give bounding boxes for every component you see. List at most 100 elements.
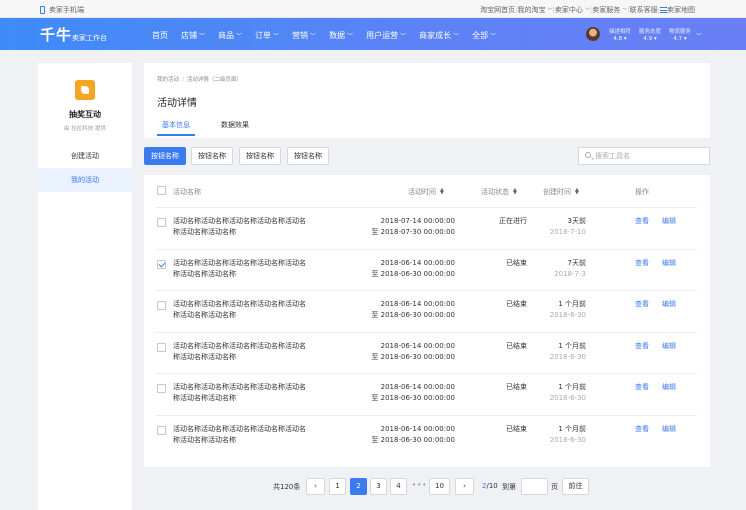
column-header-created[interactable]: 创建时间 ▲ ▼ — [543, 187, 579, 197]
edit-link[interactable]: 编辑 — [662, 341, 676, 351]
chevron-down-icon: ﹀ — [453, 33, 460, 40]
mobile-link[interactable]: 卖家手机端 — [40, 5, 84, 15]
chevron-down-icon: ﹀ — [490, 33, 497, 40]
breadcrumb: 我的活动 / 活动详情（二级页面） — [157, 75, 242, 83]
edit-link[interactable]: 编辑 — [662, 299, 676, 309]
page-10[interactable]: 10 — [429, 478, 450, 495]
view-link[interactable]: 查看 — [635, 382, 649, 392]
top-links: 淘宝网首页 | 我的淘宝 ﹀ | 卖家中心 ﹀ | 卖家服务 ﹀ | 联系客服 | 卖家地图 — [480, 5, 695, 15]
view-link[interactable]: 查看 — [635, 216, 649, 226]
created-date: 2018-6-30 — [549, 311, 586, 319]
activity-name: 活动名称活动名称活动名称活动名称活动名 称活动名称活动名称 — [173, 382, 306, 404]
action-button-4[interactable]: 按钮名称 — [287, 147, 329, 165]
page-1[interactable]: 1 — [329, 478, 346, 495]
page-header: 我的活动 / 活动详情（二级页面） 活动详情 基本信息 数据效果 — [144, 63, 710, 138]
activity-name-line: 活动名称活动名称活动名称活动名称活动名 — [173, 217, 306, 225]
nav-item-orders[interactable]: 订单 ﹀ — [255, 30, 279, 41]
app-icon — [75, 80, 95, 100]
tab-data-effect[interactable]: 数据效果 — [221, 120, 249, 130]
chevron-right-icon: › — [463, 482, 466, 490]
chevron-down-icon[interactable]: ﹀ — [696, 31, 702, 40]
created-relative: 1 个月前 — [558, 424, 586, 433]
avatar[interactable] — [586, 27, 600, 41]
activity-name-line: 称活动名称活动名称 — [173, 394, 236, 402]
nav-item-home[interactable]: 首页 — [152, 30, 168, 41]
row-checkbox[interactable] — [157, 218, 166, 227]
end-time: 至 2018-06-30 00:00:00 — [371, 394, 455, 402]
nav-item-shop[interactable]: 店铺 ﹀ — [181, 30, 205, 41]
activity-time: 2018-06-14 00:00:00 至 2018-06-30 00:00:00 — [371, 341, 455, 363]
activity-name-line: 活动名称活动名称活动名称活动名称活动名 — [173, 341, 306, 350]
search-input[interactable] — [595, 150, 705, 162]
activity-name: 活动名称活动名称活动名称活动名称活动名 称活动名称活动名称 — [173, 341, 306, 363]
action-button-1[interactable]: 按钮名称 — [144, 147, 186, 165]
view-link[interactable]: 查看 — [635, 341, 649, 351]
sidebar-item-my-activities[interactable]: 我的活动 — [38, 168, 132, 192]
created-date: 2018-6-30 — [549, 352, 586, 361]
chevron-down-icon: ﹀ — [310, 33, 317, 40]
row-checkbox[interactable] — [157, 425, 166, 435]
breadcrumb-item[interactable]: 我的活动 — [157, 77, 179, 83]
link-seller-map[interactable]: 卖家地图 — [667, 5, 695, 15]
start-time: 2018-06-14 00:00:00 — [380, 258, 455, 267]
nav-item-growth[interactable]: 商家成长 ﹀ — [419, 30, 459, 41]
status-badge: 已结束 — [506, 383, 527, 391]
nav-item-data[interactable]: 数据 ﹀ — [329, 30, 353, 41]
row-checkbox[interactable] — [157, 342, 166, 352]
end-time: 至 2018-06-30 00:00:00 — [371, 352, 455, 361]
prev-page-button[interactable]: ‹ — [306, 478, 325, 495]
action-button-2[interactable]: 按钮名称 — [191, 147, 233, 165]
view-link[interactable]: 查看 — [635, 258, 649, 268]
brand-logo[interactable]: 千牛 — [40, 24, 72, 45]
view-link[interactable]: 查看 — [635, 424, 649, 434]
created-time: 1 个月前 2018-6-30 — [550, 341, 586, 363]
row-checkbox[interactable] — [157, 384, 166, 393]
nav-item-all[interactable]: 全部 ﹀ — [472, 30, 496, 41]
menu-list-icon — [660, 7, 667, 13]
activity-time: 2018-06-14 00:00:00 至 2018-06-30 00:00:00 — [371, 299, 455, 321]
row-checkbox[interactable] — [157, 301, 166, 310]
nav-item-user-ops[interactable]: 用户运营 ﹀ — [366, 30, 406, 41]
nav-item-marketing[interactable]: 营销 ﹀ — [292, 30, 316, 41]
activity-name: 活动名称活动名称活动名称活动名称活动名 称活动名称活动名称 — [173, 216, 306, 238]
chevron-down-icon: ﹀ — [199, 33, 206, 40]
sort-icon: ▲ ▼ — [440, 187, 444, 196]
link-taobao-home[interactable]: 淘宝网首页 — [480, 5, 515, 15]
page-4[interactable]: 4 — [390, 478, 407, 495]
total-count: 共120条 — [273, 483, 301, 491]
created-relative: 3天前 — [567, 217, 586, 225]
link-contact-service[interactable]: 联系客服 — [630, 5, 658, 15]
edit-link[interactable]: 编辑 — [662, 258, 676, 268]
column-header-status[interactable]: 活动状态 ▲ ▼ — [481, 187, 517, 197]
page-2[interactable]: 2 — [350, 478, 367, 495]
link-seller-service[interactable]: 卖家服务 — [592, 5, 620, 15]
next-page-button[interactable]: › — [455, 478, 474, 495]
edit-link[interactable]: 编辑 — [662, 216, 676, 226]
created-time: 1 个月前 2018-6-30 — [550, 382, 586, 404]
page-indicator: 2/10 — [482, 482, 498, 490]
page-3[interactable]: 3 — [370, 478, 387, 495]
created-relative: 1 个月前 — [558, 300, 586, 308]
link-seller-center[interactable]: 卖家中心 — [555, 5, 583, 15]
tab-basic-info[interactable]: 基本信息 — [162, 120, 190, 130]
link-my-taobao[interactable]: 我的淘宝 — [518, 5, 546, 15]
go-button[interactable]: 前往 — [562, 478, 589, 495]
activity-time: 2018-07-14 00:00:00 至 2018-07-30 00:00:00 — [371, 216, 455, 238]
app-provider: 由 拉拉科技 提供 — [64, 126, 106, 132]
edit-link[interactable]: 编辑 — [662, 382, 676, 392]
action-button-3[interactable]: 按钮名称 — [239, 147, 281, 165]
activity-name: 活动名称活动名称活动名称活动名称活动名 称活动名称活动名称 — [173, 258, 306, 280]
phone-icon — [40, 6, 45, 14]
select-all-checkbox[interactable] — [157, 186, 166, 195]
activity-name-line: 活动名称活动名称活动名称活动名称活动名 — [173, 424, 306, 433]
sidebar-item-create[interactable]: 创建活动 — [38, 144, 132, 168]
search-box — [578, 147, 710, 165]
nav-item-goods[interactable]: 商品 ﹀ — [218, 30, 242, 41]
column-header-time[interactable]: 活动时间 ▲ ▼ — [408, 187, 444, 197]
row-checkbox[interactable] — [157, 259, 166, 269]
chevron-left-icon: ‹ — [314, 482, 317, 490]
goto-page-input[interactable] — [521, 478, 548, 495]
status-badge: 正在进行 — [499, 217, 527, 225]
edit-link[interactable]: 编辑 — [662, 424, 676, 434]
view-link[interactable]: 查看 — [635, 299, 649, 309]
